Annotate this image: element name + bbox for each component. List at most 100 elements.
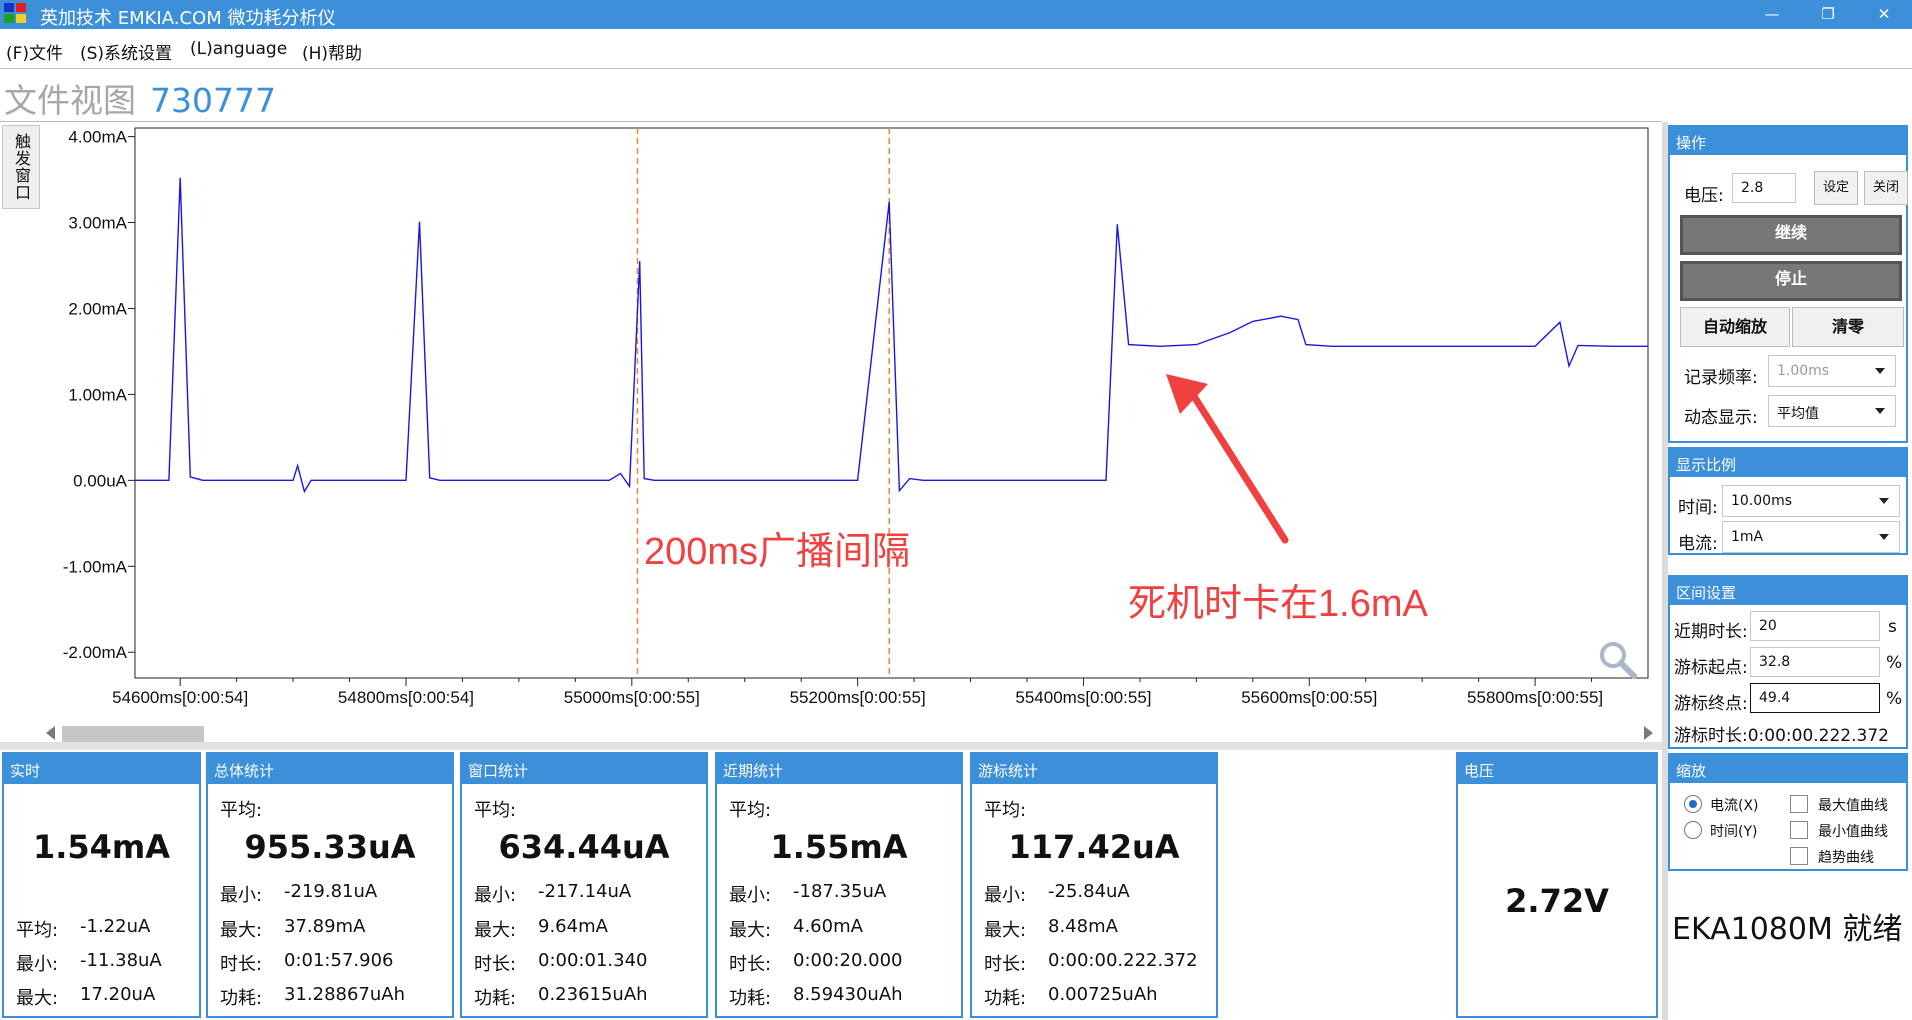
stat-value: 0.00725uAh <box>1048 984 1158 1005</box>
x-tick-label: 55600ms[0:00:55] <box>1241 688 1377 707</box>
voltage-input[interactable]: 2.8 <box>1732 173 1796 203</box>
current-chart[interactable]: 4.00mA 3.00mA 2.00mA 1.00mA 0.00uA -1.00mA -2.… <box>0 122 1660 742</box>
cursor-end-unit: % <box>1886 689 1903 709</box>
maximize-button[interactable]: ❐ <box>1808 2 1848 26</box>
stat-value: 4.60mA <box>793 916 863 937</box>
continue-button[interactable]: 继续 <box>1680 215 1902 255</box>
menu-file[interactable]: (F)文件 <box>6 39 63 64</box>
scroll-right-icon[interactable] <box>1644 726 1653 740</box>
stat-avg-label: 平均: <box>474 800 517 821</box>
stat-label: 最大: <box>220 920 263 941</box>
zoom-panel: 缩放 电流(X) 时间(Y) 最大值曲线 最小值曲线 趋势曲线 <box>1668 753 1908 871</box>
y-tick-label: -1.00mA <box>63 557 128 576</box>
page-title: 文件视图 730777 <box>4 74 276 122</box>
stat-avg-label: 平均: <box>984 800 1027 821</box>
select-value: 1mA <box>1731 529 1764 545</box>
checkbox-min-curve[interactable] <box>1790 821 1808 839</box>
y-tick-label: 0.00uA <box>73 471 128 490</box>
panel-header: 区间设置 <box>1670 577 1906 605</box>
stat-avg-label: 平均: <box>220 800 263 821</box>
current-scale-label: 电流: <box>1678 534 1718 554</box>
radio-label: 时间(Y) <box>1710 824 1758 840</box>
chart-area[interactable]: 4.00mA 3.00mA 2.00mA 1.00mA 0.00uA -1.00mA -2.… <box>0 122 1660 742</box>
menu-settings[interactable]: (S)系统设置 <box>80 39 172 64</box>
menu-language[interactable]: (L)anguage <box>190 39 287 59</box>
stat-label: 最小: <box>16 954 59 975</box>
record-rate-select[interactable]: 1.00ms <box>1768 355 1896 387</box>
display-scale-panel: 显示比例 时间: 10.00ms 电流: 1mA <box>1668 447 1908 555</box>
chevron-down-icon <box>1879 534 1889 540</box>
device-status: EKA1080M 就绪 <box>1672 912 1903 947</box>
y-tick-label: 4.00mA <box>68 128 127 147</box>
scrollbar-thumb[interactable] <box>62 726 204 742</box>
checkbox-trend-curve[interactable] <box>1790 847 1808 865</box>
x-tick-label: 54800ms[0:00:54] <box>338 688 474 707</box>
stat-box-realtime: 实时 1.54mA 平均: -1.22uA 最小: -11.38uA 最大: 1… <box>2 752 201 1018</box>
minimize-button[interactable]: — <box>1752 2 1792 26</box>
stat-label: 最小: <box>729 885 772 906</box>
stat-label: 最大: <box>16 988 59 1009</box>
view-title-id: 730777 <box>150 81 276 120</box>
stat-box-cursor: 游标统计 平均: 117.42uA 最小: -25.84uA 最大: 8.48m… <box>970 752 1218 1018</box>
y-tick-label: -2.00mA <box>63 643 128 662</box>
annotation-stuck-current: 死机时卡在1.6mA <box>1128 583 1428 625</box>
cursor-end-input[interactable]: 49.4 <box>1750 683 1880 713</box>
stat-main-value: 955.33uA <box>244 828 416 866</box>
current-scale-select[interactable]: 1mA <box>1722 521 1900 553</box>
stat-header: 电压 <box>1458 754 1656 784</box>
auto-zoom-button[interactable]: 自动缩放 <box>1680 307 1790 347</box>
stop-button[interactable]: 停止 <box>1680 261 1902 301</box>
dynamic-display-select[interactable]: 平均值 <box>1768 395 1896 427</box>
x-tick-label: 55000ms[0:00:55] <box>564 688 700 707</box>
close-voltage-button[interactable]: 关闭 <box>1864 171 1908 205</box>
stat-label: 功耗: <box>729 988 772 1009</box>
voltage-value: 2.72V <box>1505 882 1609 920</box>
radio-label: 电流(X) <box>1710 798 1759 814</box>
stat-label: 最小: <box>474 885 517 906</box>
stat-label: 平均: <box>16 920 59 941</box>
scroll-left-icon[interactable] <box>46 726 55 740</box>
stat-value: 9.64mA <box>538 916 608 937</box>
stat-label: 功耗: <box>474 988 517 1009</box>
stat-value: 17.20uA <box>80 984 156 1005</box>
stat-label: 最大: <box>984 920 1027 941</box>
stat-value: 0.23615uAh <box>538 984 648 1005</box>
recent-duration-input[interactable]: 20 <box>1750 611 1880 641</box>
stat-avg-label: 平均: <box>729 800 772 821</box>
recent-duration-label: 近期时长: <box>1674 622 1748 642</box>
stat-value: 0:01:57.906 <box>284 950 394 971</box>
title-bar: 英加技术 EMKIA.COM 微功耗分析仪 — ❐ ✕ <box>0 0 1912 29</box>
chart-horizontal-scrollbar[interactable] <box>44 726 1656 742</box>
stat-value: -1.22uA <box>80 916 151 937</box>
close-button[interactable]: ✕ <box>1864 2 1904 26</box>
panel-header: 操作 <box>1670 127 1906 155</box>
range-settings-panel: 区间设置 近期时长: 20 s 游标起点: 32.8 % 游标终点: 49.4 … <box>1668 575 1908 749</box>
radio-zoom-current[interactable] <box>1684 795 1702 813</box>
cursor-start-input[interactable]: 32.8 <box>1750 647 1880 677</box>
stat-main-value: 634.44uA <box>498 828 670 866</box>
stat-header: 总体统计 <box>208 754 452 784</box>
trigger-window-tab[interactable]: 触发窗口 <box>2 125 40 209</box>
checkbox-max-curve[interactable] <box>1790 795 1808 813</box>
set-button[interactable]: 设定 <box>1814 171 1858 205</box>
dynamic-display-label: 动态显示: <box>1684 408 1758 428</box>
stat-label: 最小: <box>220 885 263 906</box>
checkbox-label: 最小值曲线 <box>1818 824 1888 840</box>
view-title-label: 文件视图 <box>4 81 136 120</box>
app-logo-icon <box>4 3 28 25</box>
stat-value: -25.84uA <box>1048 881 1130 902</box>
stat-label: 时长: <box>729 954 772 975</box>
select-value: 1.00ms <box>1777 363 1830 379</box>
x-tick-label: 54600ms[0:00:54] <box>112 688 248 707</box>
time-scale-select[interactable]: 10.00ms <box>1722 485 1900 517</box>
clear-button[interactable]: 清零 <box>1792 307 1904 347</box>
magnifier-icon[interactable] <box>1596 638 1640 682</box>
menu-help[interactable]: (H)帮助 <box>302 39 362 64</box>
stat-box-total: 总体统计 平均: 955.33uA 最小: -219.81uA 最大: 37.8… <box>206 752 454 1018</box>
voltage-label: 电压: <box>1684 186 1724 206</box>
stat-header: 窗口统计 <box>462 754 706 784</box>
stat-header: 近期统计 <box>717 754 961 784</box>
stat-main-value: 1.55mA <box>770 828 908 866</box>
voltage-box: 电压 2.72V <box>1456 752 1658 1018</box>
radio-zoom-time[interactable] <box>1684 821 1702 839</box>
